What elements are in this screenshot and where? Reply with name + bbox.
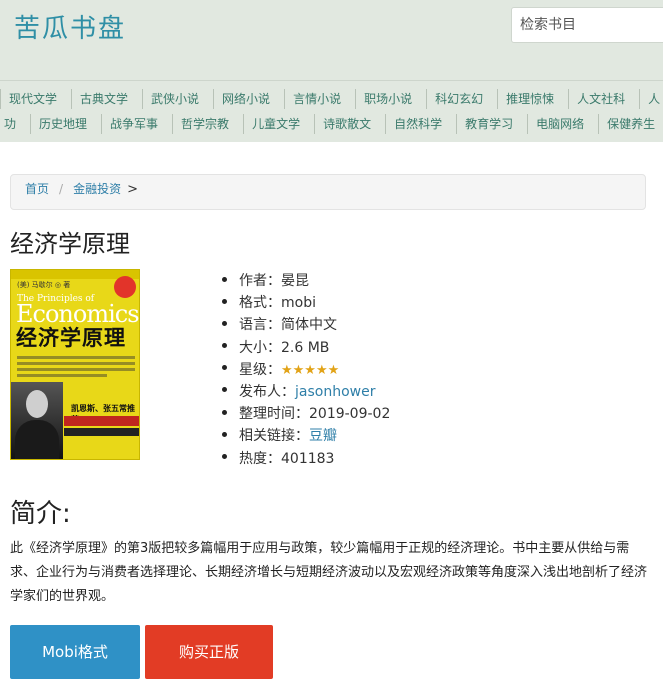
nav-item-health[interactable]: 保健养生 bbox=[598, 114, 663, 134]
book-meta-list: 作者：晏昆 格式：mobi 语言：简体中文 大小：2.6 MB 星级：★★★★★… bbox=[222, 270, 390, 470]
breadcrumb-arrow: > bbox=[127, 182, 138, 197]
nav-item-scifi-fantasy[interactable]: 科幻玄幻 bbox=[426, 89, 497, 109]
meta-value: 2019-09-02 bbox=[309, 406, 391, 423]
meta-label: 发布人： bbox=[239, 383, 295, 400]
meta-language: 语言：简体中文 bbox=[222, 314, 390, 336]
bullet-icon bbox=[222, 343, 227, 349]
search-input[interactable] bbox=[511, 7, 663, 43]
nav-item-truncated-left[interactable]: 功 bbox=[0, 114, 30, 134]
meta-label: 语言： bbox=[239, 317, 281, 334]
bullet-icon bbox=[222, 454, 227, 459]
cover-portrait-face bbox=[26, 390, 48, 418]
bullet-icon bbox=[222, 320, 227, 326]
nav-item-history-geography[interactable]: 历史地理 bbox=[30, 114, 101, 134]
nav-item-mystery-thriller[interactable]: 推理惊悚 bbox=[497, 89, 568, 109]
nav-item-truncated[interactable]: 人 bbox=[639, 89, 663, 109]
meta-value: 简体中文 bbox=[281, 317, 337, 334]
bullet-icon bbox=[222, 365, 227, 371]
book-cover-image: (美) 马歇尔 ◎ 著 The Principles of Economics … bbox=[10, 269, 140, 460]
breadcrumb-separator: / bbox=[59, 182, 64, 196]
site-header: 苦瓜书盘 现代文学古典文学武侠小说网络小说言情小说职场小说科幻玄幻推理惊悚人文社… bbox=[0, 0, 663, 142]
nav-item-martial-arts[interactable]: 武侠小说 bbox=[142, 89, 213, 109]
meta-related-links: 相关链接：豆瓣 bbox=[222, 425, 390, 447]
nav-item-web-novels[interactable]: 网络小说 bbox=[213, 89, 284, 109]
cover-author-line: (美) 马歇尔 ◎ 著 bbox=[17, 281, 71, 289]
douban-link[interactable]: 豆瓣 bbox=[309, 428, 337, 444]
meta-value: 晏昆 bbox=[281, 273, 309, 289]
meta-date: 整理时间：2019-09-02 bbox=[222, 403, 390, 425]
cover-chinese-title: 经济学原理 bbox=[16, 326, 126, 350]
category-nav-row-2: 功历史地理 战争军事 哲学宗教 儿童文学 诗歌散文 自然科学 教育学习 电脑网络 保健养生 bbox=[0, 114, 663, 136]
meta-label: 格式： bbox=[239, 295, 281, 312]
nav-item-childrens[interactable]: 儿童文学 bbox=[243, 114, 314, 134]
meta-label: 作者： bbox=[239, 273, 281, 289]
breadcrumb-home-link[interactable]: 首页 bbox=[25, 182, 49, 196]
meta-label: 大小： bbox=[239, 339, 281, 356]
meta-format: 格式：mobi bbox=[222, 292, 390, 314]
meta-author: 作者：晏昆 bbox=[222, 270, 390, 292]
cover-text-line bbox=[17, 362, 135, 365]
publisher-link[interactable]: jasonhower bbox=[295, 384, 375, 400]
meta-label: 整理时间： bbox=[239, 406, 309, 423]
meta-rating: 星级：★★★★★ bbox=[222, 359, 390, 381]
bullet-icon bbox=[222, 409, 227, 415]
cover-red-strip bbox=[64, 416, 139, 426]
star-rating-icon: ★★★★★ bbox=[281, 362, 340, 378]
category-nav-row-1: 现代文学 古典文学 武侠小说 网络小说 言情小说 职场小说 科幻玄幻 推理惊悚 人文社科人 bbox=[0, 89, 663, 111]
bullet-icon bbox=[222, 276, 227, 282]
buy-original-button[interactable]: 购买正版 bbox=[145, 625, 273, 679]
bullet-icon bbox=[222, 387, 227, 393]
bullet-icon bbox=[222, 431, 227, 437]
cover-dark-strip bbox=[64, 428, 139, 436]
cover-text-line bbox=[17, 356, 135, 359]
meta-label: 星级： bbox=[239, 361, 281, 378]
meta-value: 2.6 MB bbox=[281, 339, 330, 356]
cover-portrait bbox=[11, 382, 63, 459]
cover-text-line bbox=[17, 368, 135, 371]
meta-size: 大小：2.6 MB bbox=[222, 337, 390, 359]
meta-popularity: 热度：401183 bbox=[222, 448, 390, 470]
meta-label: 相关链接： bbox=[239, 428, 309, 445]
breadcrumb-category-link[interactable]: 金融投资 bbox=[73, 182, 121, 196]
nav-item-romance[interactable]: 言情小说 bbox=[284, 89, 355, 109]
site-logo[interactable]: 苦瓜书盘 bbox=[14, 8, 126, 45]
cover-badge-icon bbox=[114, 276, 136, 298]
intro-heading: 简介: bbox=[10, 499, 71, 529]
nav-item-modern-literature[interactable]: 现代文学 bbox=[0, 89, 71, 109]
meta-publisher: 发布人：jasonhower bbox=[222, 381, 390, 403]
nav-item-natural-science[interactable]: 自然科学 bbox=[385, 114, 456, 134]
nav-item-workplace[interactable]: 职场小说 bbox=[355, 89, 426, 109]
meta-value: 401183 bbox=[281, 450, 335, 467]
nav-divider bbox=[0, 80, 663, 81]
breadcrumb: 首页 / 金融投资 > bbox=[10, 174, 646, 210]
bullet-icon bbox=[222, 298, 227, 304]
nav-item-war-military[interactable]: 战争军事 bbox=[101, 114, 172, 134]
intro-text: 此《经济学原理》的第3版把较多篇幅用于应用与政策，较少篇幅用于正规的经济理论。书… bbox=[10, 541, 648, 604]
nav-item-computers[interactable]: 电脑网络 bbox=[527, 114, 598, 134]
meta-label: 热度： bbox=[239, 450, 281, 467]
nav-item-education[interactable]: 教育学习 bbox=[456, 114, 527, 134]
meta-value: mobi bbox=[281, 295, 316, 312]
cover-text-line bbox=[17, 374, 107, 377]
nav-item-humanities[interactable]: 人文社科 bbox=[568, 89, 639, 109]
nav-item-classical-literature[interactable]: 古典文学 bbox=[71, 89, 142, 109]
nav-item-philosophy-religion[interactable]: 哲学宗教 bbox=[172, 114, 243, 134]
nav-item-poetry-essays[interactable]: 诗歌散文 bbox=[314, 114, 385, 134]
page-title: 经济学原理 bbox=[10, 230, 130, 258]
cover-portrait-body bbox=[15, 420, 59, 459]
mobi-download-button[interactable]: Mobi格式 bbox=[10, 625, 140, 679]
